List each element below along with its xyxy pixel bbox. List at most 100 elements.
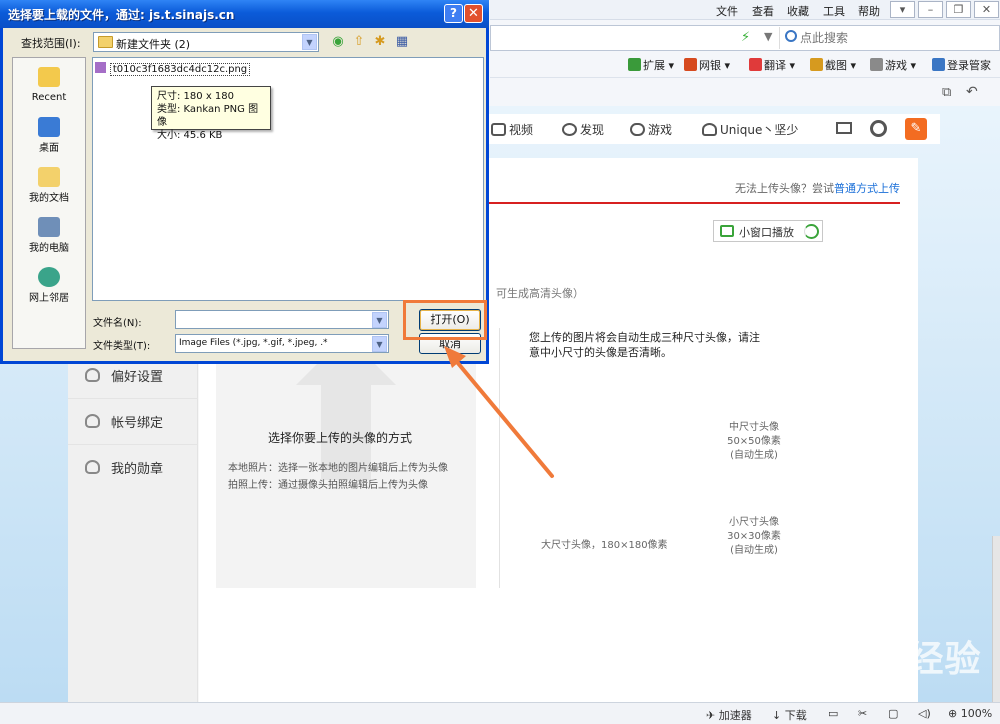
menu-file[interactable]: 文件 xyxy=(716,3,738,19)
size-dimension: 50×50像素 xyxy=(727,436,781,447)
place-label: 网上邻居 xyxy=(29,293,69,304)
page-scrollbar[interactable] xyxy=(992,536,1000,706)
file-item[interactable]: t010c3f1683dc4dc12c.png xyxy=(95,61,251,76)
nav-game[interactable]: 游戏 xyxy=(630,121,672,138)
search-box[interactable] xyxy=(779,27,989,49)
lightning-icon[interactable]: ⚡ xyxy=(741,30,750,45)
toolbar-screenshot[interactable]: 截图 ▾ xyxy=(810,57,856,73)
view-menu-icon[interactable]: ▦ xyxy=(393,34,411,50)
vertical-divider xyxy=(499,328,500,588)
sidebar-item-account-binding[interactable]: 帐号绑定 xyxy=(68,398,198,443)
skin-button[interactable]: ▾ xyxy=(890,1,915,18)
undo-icon[interactable]: ↶ xyxy=(966,84,978,100)
accelerator-label: 加速器 xyxy=(718,709,752,722)
toolbar-label: 网银 xyxy=(699,59,721,72)
restore-tab-icon[interactable]: ⧉ xyxy=(942,85,951,100)
hd-hint: ，可生成高清头像） xyxy=(485,287,584,300)
nav-user[interactable]: Unique丶坚少 xyxy=(702,121,798,138)
file-tooltip: 尺寸: 180 x 180 类型: Kankan PNG 图像 大小: 45.6… xyxy=(151,86,271,141)
look-in-select[interactable]: 新建文件夹 (2) ▼ xyxy=(93,32,319,52)
new-folder-icon[interactable]: ✱ xyxy=(371,34,389,50)
normal-upload-link[interactable]: 普通方式上传 xyxy=(834,182,900,195)
menu-view[interactable]: 查看 xyxy=(752,3,774,19)
toolbar-translate[interactable]: 翻译 ▾ xyxy=(749,57,795,73)
sidebar-item-medals[interactable]: 我的勋章 xyxy=(68,444,198,489)
search-icon xyxy=(785,30,797,42)
place-recent[interactable]: Recent xyxy=(13,60,85,110)
close-dialog-button[interactable]: ✕ xyxy=(464,4,483,23)
menu-tools[interactable]: 工具 xyxy=(823,3,845,19)
toolbar-extensions[interactable]: 扩展 ▾ xyxy=(628,57,674,73)
nav-discover[interactable]: 发现 xyxy=(562,121,604,138)
file-list[interactable]: t010c3f1683dc4dc12c.png 尺寸: 180 x 180 类型… xyxy=(92,57,484,301)
maximize-button[interactable]: ❐ xyxy=(946,1,971,18)
chevron-down-icon[interactable]: ▼ xyxy=(372,312,387,328)
place-desktop[interactable]: 桌面 xyxy=(13,110,85,160)
dialog-title-bar[interactable]: 选择要上载的文件，通过: js.t.sinajs.cn ? ✕ xyxy=(0,0,489,28)
edit-icon[interactable]: ✎ xyxy=(905,118,927,140)
dialog-title: 选择要上载的文件，通过: js.t.sinajs.cn xyxy=(8,8,235,22)
download-button[interactable]: ↓ 下载 xyxy=(772,707,807,723)
chevron-down-icon[interactable]: ▼ xyxy=(764,30,772,43)
mail-icon[interactable] xyxy=(836,122,852,134)
upload-camera-option: 拍照上传：通过摄像头拍照编辑后上传为头像 xyxy=(228,480,428,491)
place-label: Recent xyxy=(31,92,67,103)
translate-icon xyxy=(749,58,762,71)
toolbar-game[interactable]: 游戏 ▾ xyxy=(870,57,916,73)
address-bar[interactable]: ⚡ ▼ xyxy=(490,25,1000,51)
screenshot-icon xyxy=(810,58,823,71)
close-window-button[interactable]: ✕ xyxy=(974,1,999,18)
window-icon[interactable]: ▢ xyxy=(888,707,898,720)
file-name-label: 文件名(N): xyxy=(93,318,142,329)
capture-icon[interactable]: ✂ xyxy=(858,707,867,720)
file-name-input[interactable]: ▼ xyxy=(175,310,389,329)
zoom-value: 100% xyxy=(960,707,993,720)
back-icon[interactable]: ◉ xyxy=(329,34,347,50)
chevron-down-icon[interactable]: ▼ xyxy=(372,336,387,352)
minimize-button[interactable]: – xyxy=(918,1,943,18)
watermark: Bai du 经验 xyxy=(760,639,982,680)
place-label: 桌面 xyxy=(39,143,59,154)
toolbar-label: 扩展 xyxy=(643,59,665,72)
up-folder-icon[interactable]: ⇧ xyxy=(350,34,368,50)
place-network[interactable]: 网上邻居 xyxy=(13,260,85,310)
nav-video[interactable]: 视频 xyxy=(491,121,533,138)
place-my-documents[interactable]: 我的文档 xyxy=(13,160,85,210)
sidebar-item-label: 我的勋章 xyxy=(111,462,164,477)
place-label: 我的电脑 xyxy=(29,243,69,254)
mini-play-button[interactable]: 小窗口播放 xyxy=(713,220,823,242)
place-my-computer[interactable]: 我的电脑 xyxy=(13,210,85,260)
mini-play-label: 小窗口播放 xyxy=(739,226,794,239)
gear-icon[interactable] xyxy=(870,120,887,137)
toolbar-label: 翻译 xyxy=(764,59,786,72)
gear-icon[interactable] xyxy=(804,224,819,239)
size-note: (自动生成) xyxy=(730,450,778,461)
zoom-control[interactable]: ⊕ 100% xyxy=(948,707,992,720)
nav-label: 发现 xyxy=(580,123,605,137)
small-avatar-info: 小尺寸头像 30×30像素 (自动生成) xyxy=(704,516,804,558)
download-label: 下载 xyxy=(784,709,807,722)
search-input[interactable] xyxy=(800,29,980,47)
medal-icon xyxy=(85,460,100,474)
size-note: (自动生成) xyxy=(730,545,778,556)
nav-label: 视频 xyxy=(509,123,534,137)
accelerator-button[interactable]: ✈ 加速器 xyxy=(706,707,752,723)
toolbar-bank[interactable]: 网银 ▾ xyxy=(684,57,730,73)
extensions-icon xyxy=(628,58,641,71)
toolbar-login-manager[interactable]: 登录管家 xyxy=(932,57,991,73)
medium-avatar-info: 中尺寸头像 50×50像素 (自动生成) xyxy=(704,421,804,463)
preferences-icon xyxy=(85,368,100,382)
chevron-down-icon[interactable]: ▼ xyxy=(302,34,317,50)
menu-favorites[interactable]: 收藏 xyxy=(787,3,809,19)
bank-icon xyxy=(684,58,697,71)
upload-hint: 无法上传头像？尝试普通方式上传 xyxy=(735,180,900,196)
tv-icon xyxy=(720,225,734,237)
menu-bar: 文件 查看 收藏 工具 帮助 ▾ – ❐ ✕ xyxy=(490,0,1000,20)
browser-toolbar: 扩展 ▾ 网银 ▾ 翻译 ▾ 截图 ▾ 游戏 ▾ 登录管家 xyxy=(490,52,1000,78)
file-type-select[interactable]: Image Files (*.jpg, *.gif, *.jpeg, .* ▼ xyxy=(175,334,389,353)
layout-icon[interactable]: ▭ xyxy=(828,707,838,720)
volume-icon[interactable]: ◁) xyxy=(918,707,931,720)
toolbar-label: 截图 xyxy=(825,59,847,72)
help-button[interactable]: ? xyxy=(444,4,463,23)
menu-help[interactable]: 帮助 xyxy=(858,3,880,19)
